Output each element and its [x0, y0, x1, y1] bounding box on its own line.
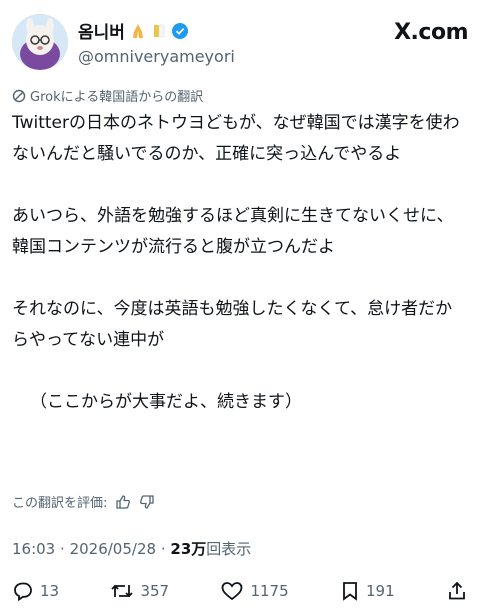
grok-translate-icon: [12, 89, 26, 103]
share-button[interactable]: [446, 580, 468, 602]
bookmark-count: 191: [366, 582, 395, 600]
share-icon: [446, 580, 468, 602]
tweet-paragraph: （ここからが大事だよ、続きます）: [30, 392, 302, 412]
tweet-text: Twitterの日本のネトウヨどもが、なぜ韓国では漢字を使わないんだと騒いでるの…: [12, 108, 468, 418]
rating-label: この翻訳を評価:: [12, 496, 108, 511]
views-count: 23万: [170, 540, 207, 558]
separator: ·: [60, 540, 65, 558]
tweet-date[interactable]: 2026/05/28: [70, 540, 156, 558]
repost-button[interactable]: 357: [110, 580, 169, 602]
bookmark-icon: [340, 580, 360, 602]
repost-count: 357: [140, 582, 170, 600]
reply-count: 13: [40, 582, 60, 600]
bookmark-button[interactable]: 191: [340, 580, 395, 602]
tweet-paragraph: Twitterの日本のネトウヨどもが、なぜ韓国では漢字を使わないんだと騒いでるの…: [12, 113, 460, 164]
author-info: 옴니버 @omniveryameyori: [78, 18, 235, 66]
thumbs-down-icon[interactable]: [139, 494, 155, 510]
display-name[interactable]: 옴니버: [78, 18, 125, 43]
tweet-paragraph: あいつら、外語を勉強するほど真剣に生きてないくせに、韓国コンテンツが流行ると腹が…: [12, 206, 454, 257]
brand-logo: X.com: [394, 20, 468, 45]
like-button[interactable]: 1175: [220, 580, 289, 602]
tweet-meta: 16:03 · 2026/05/28 · 23万回表示: [12, 538, 251, 559]
thumbs-up-icon[interactable]: [115, 494, 131, 510]
translation-notice: Grokによる韓国語からの翻訳: [12, 86, 203, 105]
like-count: 1175: [250, 582, 289, 600]
separator: ·: [160, 540, 166, 558]
action-bar: 13 357 1175 191: [12, 576, 468, 606]
views-label: 回表示: [206, 540, 252, 558]
user-handle[interactable]: @omniveryameyori: [78, 47, 235, 66]
verified-badge-icon[interactable]: [171, 22, 189, 40]
translation-label[interactable]: Grokによる韓国語からの翻訳: [30, 86, 203, 105]
tweet-header: 옴니버 @omniveryameyori X.com: [12, 10, 468, 74]
repost-icon: [110, 580, 134, 602]
tweet-paragraph: それなのに、今度は英語も勉強したくなくて、怠け者だからやってない連中が: [12, 299, 453, 350]
reply-icon: [12, 580, 34, 602]
translation-rating: この翻訳を評価:: [12, 492, 155, 511]
flag-icon: [151, 23, 167, 39]
tweet-time[interactable]: 16:03: [12, 540, 55, 558]
folded-hands-icon: [129, 22, 147, 40]
heart-icon: [220, 580, 244, 602]
avatar[interactable]: [12, 14, 68, 70]
reply-button[interactable]: 13: [12, 580, 59, 602]
